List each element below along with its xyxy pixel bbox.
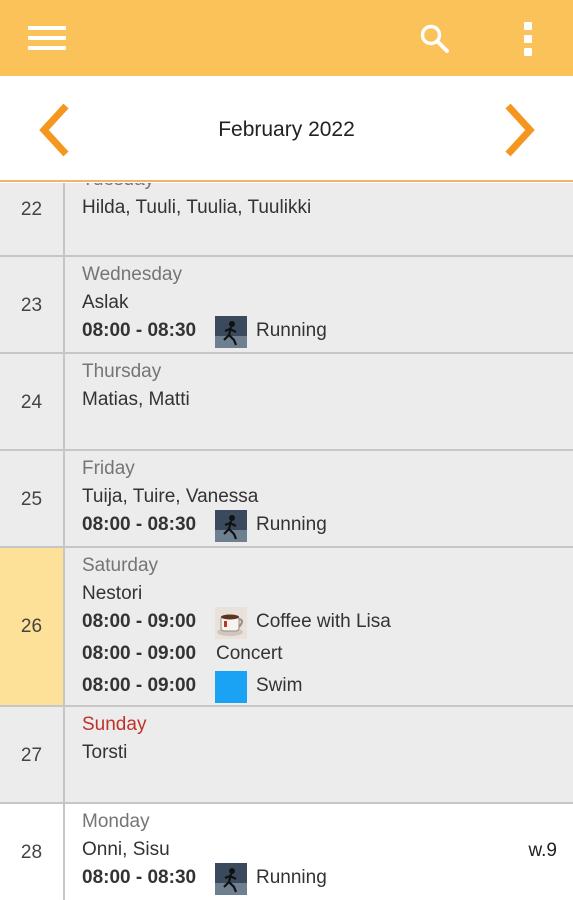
event-title: Running <box>256 514 327 535</box>
name-day: Onni, Sisu <box>82 839 170 860</box>
running-photo-icon <box>215 863 247 895</box>
weekday-label: Wednesday <box>82 264 182 285</box>
event-time: 08:00 - 09:00 <box>82 675 197 696</box>
date-number: 22 <box>20 199 43 220</box>
event-item[interactable]: 08:00 - 08:30 Running <box>82 316 562 348</box>
date-cell: 25 <box>0 451 65 546</box>
date-number: 28 <box>20 842 43 863</box>
weekday-label: Monday <box>82 811 150 832</box>
app-bar <box>0 0 573 76</box>
event-item[interactable]: 08:00 - 09:00 Concert <box>82 641 562 667</box>
date-number: 26 <box>20 616 43 637</box>
name-day: Torsti <box>82 742 128 763</box>
search-icon[interactable] <box>418 22 452 56</box>
weekday-label-sunday: Sunday <box>82 714 147 735</box>
event-item[interactable]: 08:00 - 09:00 Coffee with Lisa <box>82 607 562 639</box>
event-time: 08:00 - 08:30 <box>82 514 197 535</box>
event-item[interactable]: 08:00 - 09:00 Swim <box>82 671 562 703</box>
week-number: w.9 <box>528 840 557 861</box>
weekday-label: Tuesday <box>82 183 154 193</box>
event-time: 08:00 - 09:00 <box>82 611 197 632</box>
event-item[interactable]: 08:00 - 08:30 Running <box>82 863 482 895</box>
event-time: 08:00 - 08:30 <box>82 867 197 888</box>
day-row-today[interactable]: 28 Monday Onni, Sisu 08:00 - 08:30 Runni… <box>0 804 573 900</box>
event-title: Running <box>256 320 327 341</box>
weekday-label: Saturday <box>82 555 159 576</box>
weekday-label: Friday <box>82 458 135 479</box>
date-cell: 27 <box>0 707 65 802</box>
event-time: 08:00 - 08:30 <box>82 320 197 341</box>
name-day: Hilda, Tuuli, Tuulia, Tuulikki <box>82 197 312 218</box>
day-row[interactable]: 22 Tuesday Hilda, Tuuli, Tuulia, Tuulikk… <box>0 183 573 257</box>
coffee-cup-icon <box>215 607 247 639</box>
day-list[interactable]: 22 Tuesday Hilda, Tuuli, Tuulia, Tuulikk… <box>0 183 573 900</box>
date-cell: 22 <box>0 183 65 255</box>
event-title: Running <box>256 867 327 888</box>
date-number: 23 <box>20 295 43 316</box>
day-row[interactable]: 25 Friday Tuija, Tuire, Vanessa 08:00 - … <box>0 451 573 548</box>
more-vert-icon[interactable] <box>520 22 536 56</box>
date-number: 25 <box>20 489 43 510</box>
event-title: Swim <box>256 675 303 696</box>
event-item[interactable]: 08:00 - 08:30 Running <box>82 510 562 542</box>
running-photo-icon <box>215 510 247 542</box>
date-number: 27 <box>20 745 43 766</box>
day-row[interactable]: 24 Thursday Matias, Matti <box>0 354 573 451</box>
date-number: 24 <box>20 392 43 413</box>
date-cell: 28 <box>0 804 65 900</box>
day-row[interactable]: 26 Saturday Nestori 08:00 - 09:00 Coffee… <box>0 548 573 707</box>
day-row[interactable]: 27 Sunday Torsti <box>0 707 573 804</box>
date-cell: 23 <box>0 257 65 352</box>
name-day: Matias, Matti <box>82 389 190 410</box>
event-title: Concert <box>216 643 283 664</box>
event-time: 08:00 - 09:00 <box>82 643 197 664</box>
month-navigator: February 2022 <box>0 76 573 182</box>
name-day: Nestori <box>82 583 143 604</box>
day-row[interactable]: 23 Wednesday Aslak 08:00 - 08:30 Running <box>0 257 573 354</box>
month-title: February 2022 <box>218 118 355 141</box>
date-cell: 24 <box>0 354 65 449</box>
running-photo-icon <box>215 316 247 348</box>
name-day: Aslak <box>82 292 129 313</box>
name-day: Tuija, Tuire, Vanessa <box>82 486 259 507</box>
date-cell-selected: 26 <box>0 548 65 705</box>
blue-square-icon <box>215 671 247 703</box>
event-title: Coffee with Lisa <box>256 611 391 632</box>
weekday-label: Thursday <box>82 361 162 382</box>
hamburger-menu-icon[interactable] <box>28 24 66 52</box>
chevron-right-icon[interactable] <box>496 100 540 160</box>
